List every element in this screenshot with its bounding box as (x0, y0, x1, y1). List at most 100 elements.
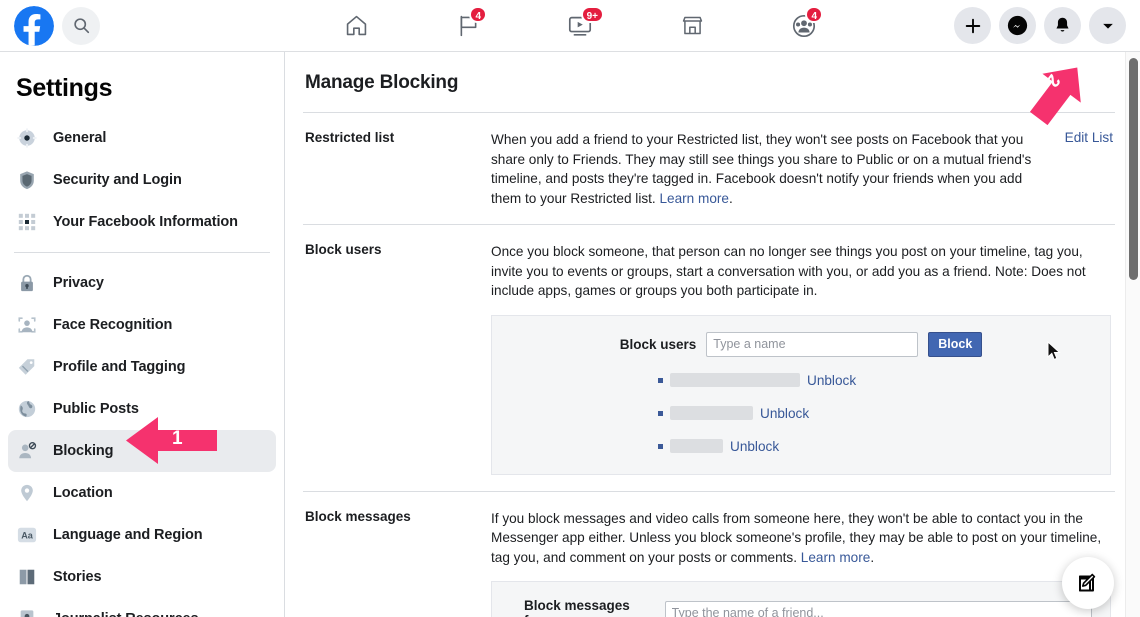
blocked-user-row: Unblock (510, 373, 1092, 388)
block-messages-field-label: Block messages from (524, 598, 630, 617)
sidebar-item-journalist-resources[interactable]: Journalist Resources (8, 598, 276, 617)
blocked-user-name-redacted (670, 373, 800, 387)
block-messages-input[interactable] (664, 600, 1092, 617)
account-menu-button[interactable] (1089, 7, 1126, 44)
blocked-users-list: Unblock Unblock Unblock (510, 373, 1092, 454)
nav-watch-badge: 9+ (580, 5, 604, 23)
sidebar-item-label: Public Posts (53, 401, 139, 417)
facebook-logo[interactable] (14, 5, 54, 46)
sidebar-item-label: Stories (53, 569, 102, 585)
aa-icon: Aa (16, 524, 38, 546)
bullet-icon (658, 443, 663, 449)
compose-message-button[interactable] (1062, 557, 1114, 609)
pin-icon (16, 482, 38, 504)
messenger-button[interactable] (999, 7, 1036, 44)
sidebar-item-label: Profile and Tagging (53, 359, 186, 375)
plus-icon (965, 18, 980, 33)
restricted-list-label: Restricted list (305, 130, 395, 145)
book-icon (16, 566, 38, 588)
unblock-link[interactable]: Unblock (760, 406, 809, 421)
sidebar-item-label: Your Facebook Information (53, 214, 238, 230)
nav-groups[interactable]: 4 (776, 5, 832, 47)
block-messages-body: If you block messages and video calls fr… (491, 509, 1115, 617)
restricted-list-description-text: When you add a friend to your Restricted… (491, 132, 1032, 206)
blocked-user-row: Unblock (510, 406, 1092, 421)
restricted-learn-more-link[interactable]: Learn more (659, 191, 729, 206)
svg-text:Aa: Aa (21, 531, 34, 541)
search-button[interactable] (62, 6, 100, 45)
block-messages-description-period: . (870, 549, 875, 565)
page-scrollbar-thumb[interactable] (1129, 58, 1138, 280)
facebook-settings-page: 4 9+ 4 Settings General Security and Log… (0, 0, 1140, 617)
sidebar-item-label: Face Recognition (53, 317, 173, 333)
marketplace-icon (682, 16, 702, 35)
bell-icon (1056, 17, 1069, 32)
sidebar-item-privacy[interactable]: Privacy (8, 262, 276, 304)
nav-marketplace[interactable] (664, 5, 720, 47)
block-users-description: Once you block someone, that person can … (491, 244, 1086, 298)
sidebar-item-label: Security and Login (53, 172, 182, 188)
main-content: Manage Blocking Restricted list When you… (285, 52, 1133, 617)
gear-icon (16, 127, 38, 149)
block-messages-panel: Block messages from Ludo Club by Moonfro… (491, 581, 1111, 617)
sidebar-item-public-posts[interactable]: Public Posts (8, 388, 276, 430)
sidebar-item-blocking[interactable]: Blocking (8, 430, 276, 472)
sidebar-divider (14, 252, 270, 253)
block-messages-description-text: If you block messages and video calls fr… (491, 510, 1102, 565)
block-users-label: Block users (305, 242, 382, 257)
block-button[interactable]: Block (928, 331, 983, 357)
section-restricted-list: Restricted list When you add a friend to… (303, 113, 1115, 224)
nav-groups-badge: 4 (805, 5, 823, 23)
restricted-list-body: When you add a friend to your Restricted… (491, 130, 1051, 208)
bullet-icon (658, 410, 663, 416)
blocked-user-name-redacted (670, 439, 723, 453)
messenger-icon (1007, 15, 1028, 36)
edit-list-link[interactable]: Edit List (1051, 130, 1115, 208)
sidebar-item-language-and-region[interactable]: Aa Language and Region (8, 514, 276, 556)
bullet-icon (658, 377, 663, 383)
sidebar-item-profile-and-tagging[interactable]: Profile and Tagging (8, 346, 276, 388)
nav-pages[interactable]: 4 (440, 5, 496, 47)
nav-pages-badge: 4 (469, 5, 487, 23)
topbar-actions-group (954, 0, 1126, 52)
block-messages-field-row: Block messages from (510, 598, 1092, 617)
restricted-description-period: . (728, 190, 733, 206)
globe-icon (16, 398, 38, 420)
sidebar-item-label: Blocking (53, 443, 114, 459)
tag-icon (16, 356, 38, 378)
section-block-users: Block users Once you block someone, that… (303, 225, 1115, 491)
sidebar-item-stories[interactable]: Stories (8, 556, 276, 598)
settings-sidebar[interactable]: Settings General Security and Login Your… (0, 52, 285, 617)
sidebar-item-label: Journalist Resources (53, 611, 199, 617)
block-user-icon (16, 440, 38, 462)
search-icon (73, 18, 89, 34)
chevron-down-icon (1102, 23, 1113, 29)
block-messages-learn-more-link[interactable]: Learn more (801, 550, 871, 565)
id-card-icon (16, 608, 38, 617)
block-users-input[interactable] (706, 331, 919, 357)
face-icon (16, 314, 38, 336)
page-title: Manage Blocking (305, 72, 459, 93)
sidebar-item-face-recognition[interactable]: Face Recognition (8, 304, 276, 346)
block-messages-label: Block messages (305, 508, 411, 524)
page-scrollbar[interactable] (1125, 52, 1140, 617)
lock-icon (16, 272, 38, 294)
blocked-user-name-redacted (670, 406, 753, 420)
sidebar-item-label: Language and Region (53, 527, 203, 543)
nav-watch[interactable]: 9+ (552, 5, 608, 47)
nav-home[interactable] (328, 5, 384, 47)
sidebar-item-label: Location (53, 485, 113, 501)
sidebar-item-your-facebook-information[interactable]: Your Facebook Information (8, 201, 276, 243)
unblock-link[interactable]: Unblock (730, 439, 779, 454)
sidebar-item-location[interactable]: Location (8, 472, 276, 514)
restricted-list-description: When you add a friend to your Restricted… (491, 130, 1047, 208)
section-block-messages: Block messages If you block messages and… (303, 492, 1115, 617)
block-users-field-label: Block users (619, 336, 697, 352)
sidebar-item-security-and-login[interactable]: Security and Login (8, 159, 276, 201)
create-button[interactable] (954, 7, 991, 44)
notifications-button[interactable] (1044, 7, 1081, 44)
sidebar-title: Settings (16, 74, 113, 102)
sidebar-item-general[interactable]: General (8, 117, 276, 159)
blocked-user-row: Unblock (510, 439, 1092, 454)
unblock-link[interactable]: Unblock (807, 373, 856, 388)
